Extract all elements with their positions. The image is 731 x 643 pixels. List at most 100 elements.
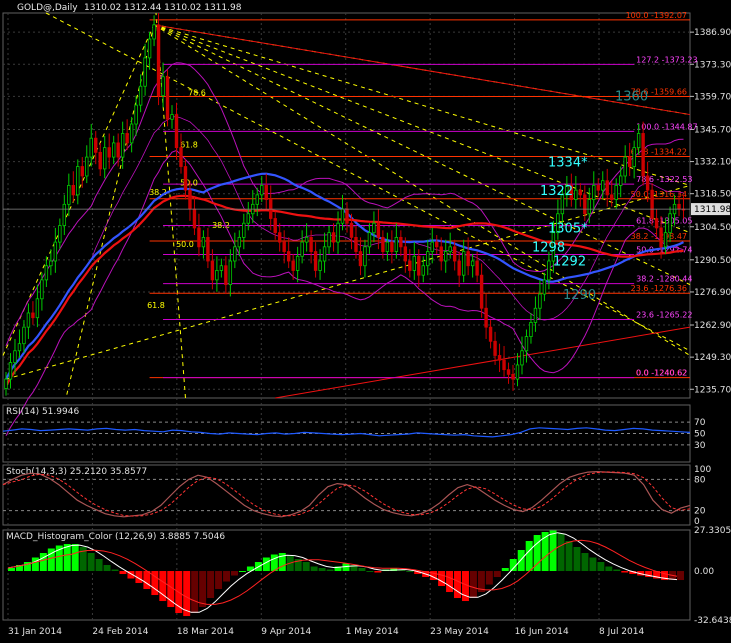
fib-extension-label: 78.6 -1322.53	[636, 175, 692, 184]
macd-title: MACD_Histogram_Color (12,26,9) 3.8885 7.…	[6, 532, 225, 542]
macd-positive-bar	[87, 553, 95, 572]
bull-candle	[147, 38, 152, 59]
macd-positive-bar	[63, 544, 71, 572]
price-target-label: 1334*	[548, 156, 588, 171]
bear-candle	[31, 312, 35, 319]
macd-positive-bar	[326, 569, 334, 572]
stoch-title: Stoch(14,3,3) 25.2120 35.8577	[6, 467, 147, 477]
bull-candle	[322, 246, 327, 262]
macd-negative-bar	[438, 571, 446, 587]
bear-candle	[399, 236, 403, 248]
macd-negative-bar	[374, 571, 382, 573]
bull-candle	[35, 298, 40, 319]
bull-candle	[219, 265, 224, 271]
fan-level-label: 61.8	[147, 301, 165, 310]
bull-candle	[668, 213, 672, 234]
bear-candle	[277, 232, 282, 243]
bull-candle	[62, 203, 67, 226]
macd-positive-bar	[573, 547, 581, 572]
bull-candle	[22, 326, 26, 345]
rsi-axis-label: 30	[694, 441, 706, 451]
bull-candle	[143, 57, 147, 87]
macd-positive-bar	[95, 559, 103, 572]
fib-extension-label: 61.8 -1305.05	[636, 216, 692, 225]
bull-candle	[228, 260, 233, 286]
macd-negative-bar	[119, 571, 127, 575]
bull-candle	[44, 265, 49, 281]
price-axis-label: 1373.30	[694, 60, 731, 70]
macd-positive-bar	[71, 544, 79, 572]
rsi-title: RSI(14) 51.9946	[6, 407, 79, 417]
fib-level-label: 100.0 -1392.07	[626, 11, 687, 20]
bull-candle	[614, 185, 618, 200]
bull-candle	[448, 246, 452, 252]
bull-candle	[461, 251, 466, 276]
moving-average-blue-line	[5, 172, 684, 380]
price-axis-label: 1345.70	[694, 125, 731, 135]
bull-candle	[444, 251, 448, 262]
bear-candle	[183, 166, 188, 191]
bull-candle	[67, 185, 71, 205]
bull-candle	[260, 185, 264, 196]
bear-candle	[439, 246, 443, 262]
bear-candle	[452, 246, 457, 262]
bear-candle	[650, 189, 654, 219]
macd-positive-bar	[406, 571, 414, 573]
macd-positive-bar	[302, 562, 310, 572]
bear-candle	[349, 222, 354, 238]
bull-candle	[529, 322, 533, 337]
bear-candle	[488, 326, 493, 342]
bull-candle	[394, 236, 399, 252]
fib-extension-label: 100.0 -1344.87	[636, 122, 697, 131]
fan-line	[153, 24, 691, 234]
fib-extension-label: 38.2 -1280.44	[636, 275, 692, 284]
bull-candle	[470, 260, 475, 267]
macd-negative-bar	[207, 571, 215, 599]
bear-candle	[596, 185, 600, 191]
stoch-axis-label: 100	[694, 465, 711, 475]
date-axis-label: 31 Jan 2014	[8, 627, 62, 637]
bear-candle	[291, 260, 295, 271]
fib-level-label: 23.6 -1276.36	[631, 284, 687, 293]
chart-window: 1386.90 1373.30 1359.70 1345.70 1332.10 1318.…	[0, 0, 731, 639]
macd-axis-label: 0.00	[694, 567, 714, 577]
bear-candle	[210, 260, 215, 281]
macd-negative-bar	[677, 571, 684, 581]
price-target-label: 1305*	[548, 222, 588, 237]
bear-candle	[677, 203, 681, 210]
bull-candle	[4, 378, 8, 389]
price-target-label: 1292	[553, 255, 586, 270]
bear-candle	[71, 185, 76, 196]
macd-positive-bar	[8, 568, 15, 572]
stoch-axis-label: 80	[694, 475, 706, 485]
bear-candle	[466, 251, 470, 267]
fan-line	[155, 12, 186, 399]
bull-candle	[237, 236, 242, 248]
bear-candle	[116, 142, 120, 158]
date-axis-label: 16 Jun 2014	[515, 627, 569, 637]
bull-candle	[17, 343, 22, 352]
bear-candle	[107, 147, 111, 158]
bear-candle	[502, 359, 506, 371]
bear-candle	[506, 369, 511, 375]
bollinger-upper-line	[5, 62, 684, 347]
bull-candle	[318, 260, 322, 271]
bear-candle	[354, 236, 358, 252]
macd-positive-bar	[613, 569, 621, 572]
rsi-line	[2, 427, 691, 438]
macd-line	[7, 532, 678, 613]
macd-negative-bar	[199, 571, 207, 608]
macd-negative-bar	[223, 571, 231, 582]
chart-canvas: 1386.90 1373.30 1359.70 1345.70 1332.10 1318.…	[2, 11, 731, 637]
price-axis-label: 1359.70	[694, 92, 731, 102]
rsi-axis-label: 70	[694, 418, 706, 428]
bear-candle	[659, 227, 663, 248]
macd-negative-bar	[485, 571, 493, 585]
bull-candle	[632, 147, 636, 167]
fan-level-label: 78.6	[188, 89, 206, 98]
bull-candle	[304, 236, 309, 243]
bull-candle	[363, 246, 367, 267]
date-axis-label: 1 May 2014	[346, 627, 399, 637]
bear-candle	[206, 236, 210, 262]
bear-candle	[179, 147, 183, 167]
